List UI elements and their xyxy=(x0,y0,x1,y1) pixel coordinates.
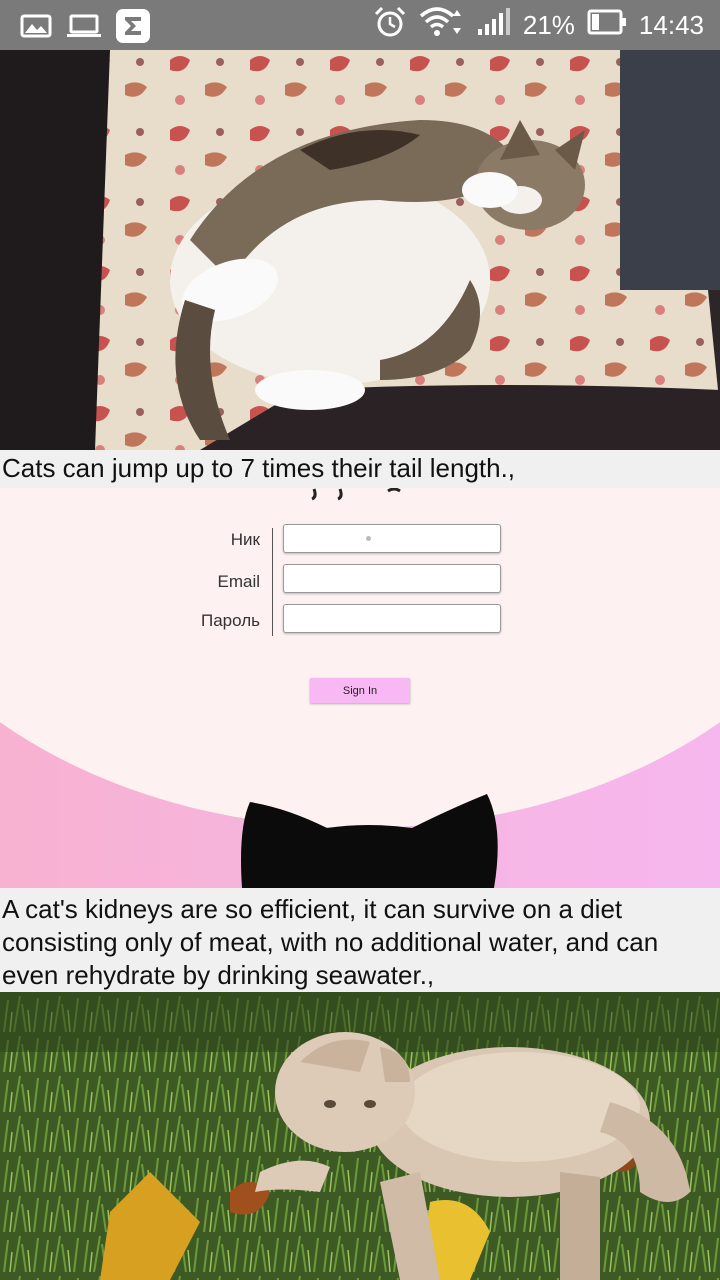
email-input[interactable] xyxy=(283,564,501,593)
cat-fact-2: A cat's kidneys are so efficient, it can… xyxy=(0,893,720,991)
kitten-photo xyxy=(0,992,720,1280)
signal-icon xyxy=(477,7,511,44)
cursor-dot-icon xyxy=(366,536,371,541)
sign-in-button[interactable]: Sign In xyxy=(310,678,410,703)
cat-ears-silhouette-icon xyxy=(241,794,498,888)
cat-photo xyxy=(0,50,720,450)
email-label: Email xyxy=(217,572,260,591)
sigma-app-icon xyxy=(116,9,150,47)
gallery-icon xyxy=(20,12,52,44)
nick-input[interactable] xyxy=(283,524,501,553)
password-label: Пароль xyxy=(201,611,260,630)
cat-fact-1: Cats can jump up to 7 times their tail l… xyxy=(0,452,720,488)
login-panel: Ник Email Пароль Sign In xyxy=(0,488,720,888)
nick-label: Ник xyxy=(230,530,260,549)
password-input[interactable] xyxy=(283,604,501,633)
form-divider xyxy=(272,528,273,636)
battery-icon xyxy=(587,8,627,43)
alarm-icon xyxy=(373,5,407,46)
clipped-heading-fragment xyxy=(300,488,410,507)
wifi-icon xyxy=(419,6,465,45)
battery-percent: 21% xyxy=(522,9,575,40)
clock: 14:43 xyxy=(638,9,704,40)
laptop-icon xyxy=(66,12,102,44)
status-bar: 21% 14:43 xyxy=(0,0,720,50)
